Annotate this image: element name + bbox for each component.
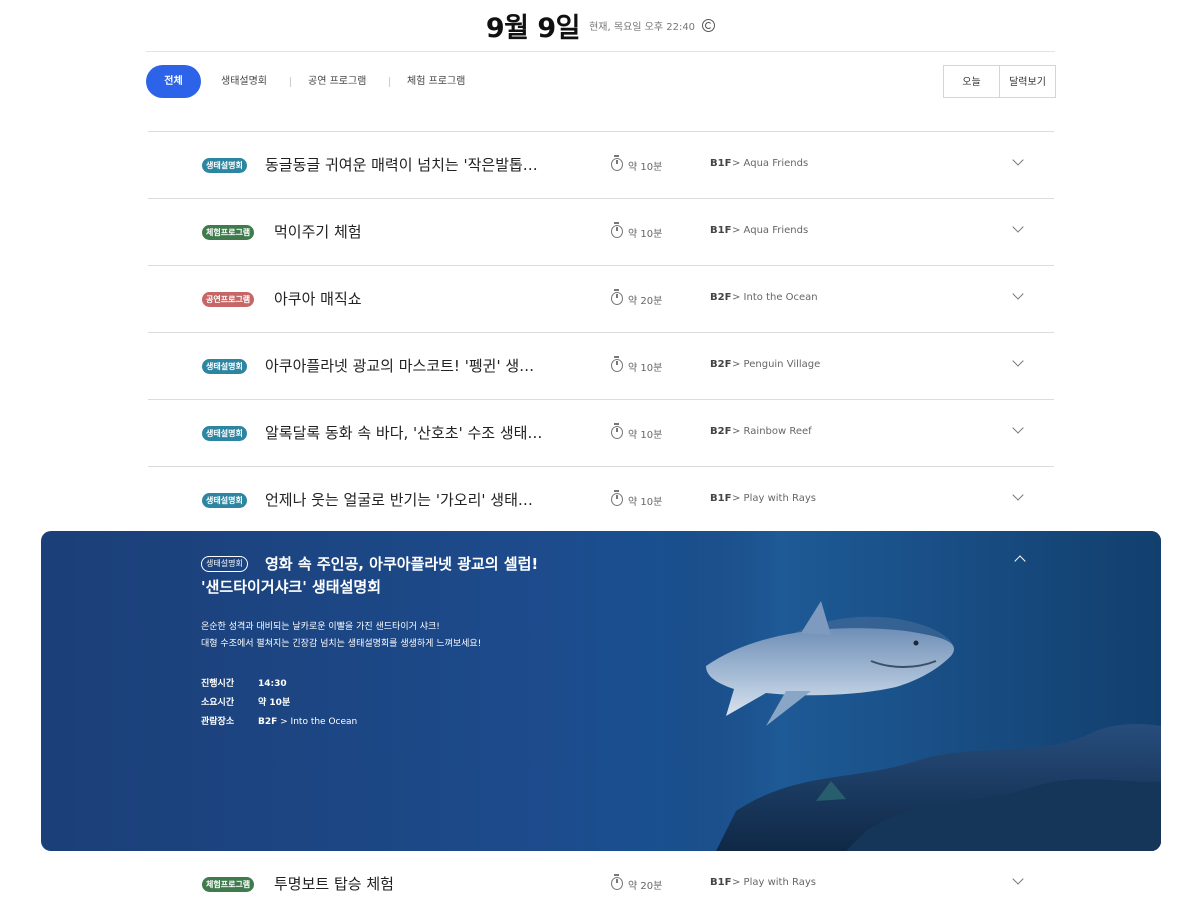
clock-icon	[611, 222, 623, 238]
program-title: 먹이주기 체험	[274, 223, 362, 241]
chevron-down-icon[interactable]	[1012, 422, 1024, 434]
program-zone: > Aqua Friends	[732, 225, 809, 236]
program-row[interactable]: 생태설명회 알록달록 동화 속 바다, '산호초' 수조 생태… 약 10분 B…	[148, 399, 1054, 466]
tab-eco-talk[interactable]: 생태설명회	[221, 65, 267, 98]
info-duration: 소요시간 약 10분	[201, 695, 290, 708]
clock-icon	[611, 356, 623, 372]
program-duration: 약 10분	[628, 229, 663, 240]
clock-icon	[611, 874, 623, 890]
program-floor: B2F	[710, 359, 732, 370]
program-detail-panel: 생태설명회 영화 속 주인공, 아쿠아플라넷 광교의 셀럽! '샌드타이거샤크'…	[41, 531, 1161, 851]
info-label: 소요시간	[201, 698, 235, 708]
program-duration: 약 10분	[628, 430, 663, 441]
program-duration: 약 20분	[628, 881, 663, 892]
info-zone: > Into the Ocean	[280, 717, 358, 727]
program-floor: B2F	[710, 426, 732, 437]
current-time-text: 현재, 목요일 오후 22:40	[589, 22, 696, 33]
page-title: 9월 9일	[485, 13, 581, 44]
category-badge: 체험프로그램	[202, 877, 255, 892]
detail-title: 영화 속 주인공, 아쿠아플라넷 광교의 셀럽!	[265, 555, 539, 573]
program-floor: B1F	[710, 493, 732, 504]
program-title: 투명보트 탑승 체험	[274, 875, 394, 893]
info-time: 진행시간 14:30	[201, 676, 287, 689]
category-badge: 생태설명회	[202, 493, 247, 508]
tab-performance[interactable]: 공연 프로그램	[308, 65, 366, 98]
detail-category-badge: 생태설명회	[201, 556, 248, 572]
detail-description: 온순한 성격과 대비되는 날카로운 이빨을 가진 샌드타이거 샤크! 대형 수조…	[201, 619, 481, 653]
chevron-down-icon[interactable]	[1012, 221, 1024, 233]
program-duration: 약 10분	[628, 363, 663, 374]
program-duration: 약 20분	[628, 296, 663, 307]
detail-description-line: 대형 수조에서 펼쳐지는 긴장감 넘치는 생태설명회를 생생하게 느껴보세요!	[201, 639, 482, 649]
tab-all[interactable]: 전체	[146, 65, 201, 98]
info-value: 약 10분	[258, 698, 291, 708]
program-row[interactable]: 체험프로그램 투명보트 탑승 체험 약 20분 B1F > Play with …	[148, 851, 1054, 912]
program-floor: B1F	[710, 225, 732, 236]
program-title: 동글동글 귀여운 매력이 넘치는 '작은발톱…	[265, 156, 538, 174]
program-duration: 약 10분	[628, 162, 663, 173]
category-badge: 생태설명회	[202, 158, 247, 173]
today-button[interactable]: 오늘	[943, 65, 1000, 98]
info-label: 관람장소	[201, 717, 235, 727]
chevron-down-icon[interactable]	[1012, 288, 1024, 300]
program-list: 생태설명회 동글동글 귀여운 매력이 넘치는 '작은발톱… 약 10분 B1F …	[148, 131, 1054, 533]
program-row[interactable]: 공연프로그램 아쿠아 매직쇼 약 20분 B2F > Into the Ocea…	[148, 265, 1054, 332]
tab-divider	[290, 77, 291, 87]
program-floor: B1F	[710, 877, 732, 888]
program-zone: > Penguin Village	[732, 359, 821, 370]
page-header: 9월 9일 현재, 목요일 오후 22:40	[146, 0, 1055, 52]
info-floor: B2F	[258, 717, 278, 727]
category-badge: 체험프로그램	[202, 225, 255, 240]
program-zone: > Play with Rays	[732, 493, 816, 504]
program-title: 아쿠아 매직쇼	[274, 290, 362, 308]
program-zone: > Into the Ocean	[732, 292, 818, 303]
program-zone: > Rainbow Reef	[732, 426, 812, 437]
chevron-down-icon[interactable]	[1012, 355, 1024, 367]
program-floor: B1F	[710, 158, 732, 169]
tab-experience[interactable]: 체험 프로그램	[407, 65, 465, 98]
shark-photo	[616, 531, 1161, 851]
category-badge: 생태설명회	[202, 426, 247, 441]
program-zone: > Aqua Friends	[732, 158, 809, 169]
clock-icon	[611, 289, 623, 305]
program-title: 언제나 웃는 얼굴로 반기는 '가오리' 생태…	[265, 491, 533, 509]
clock-icon	[611, 490, 623, 506]
calendar-button[interactable]: 달력보기	[999, 65, 1056, 98]
program-row[interactable]: 생태설명회 언제나 웃는 얼굴로 반기는 '가오리' 생태… 약 10분 B1F…	[148, 466, 1054, 533]
info-value: 14:30	[258, 679, 287, 689]
refresh-icon[interactable]	[702, 19, 716, 32]
program-row[interactable]: 생태설명회 동글동글 귀여운 매력이 넘치는 '작은발톱… 약 10분 B1F …	[148, 131, 1054, 198]
filter-bar: 전체 생태설명회 공연 프로그램 체험 프로그램 오늘 달력보기	[146, 65, 1056, 99]
program-title: 알록달록 동화 속 바다, '산호초' 수조 생태…	[265, 424, 543, 442]
info-place: 관람장소 B2F > Into the Ocean	[201, 714, 357, 727]
detail-subtitle: '샌드타이거샤크' 생태설명회	[201, 578, 382, 596]
program-title: 아쿠아플라넷 광교의 마스코트! '펭귄' 생…	[265, 357, 535, 375]
info-label: 진행시간	[201, 679, 235, 689]
category-badge: 공연프로그램	[202, 292, 255, 307]
program-row[interactable]: 체험프로그램 먹이주기 체험 약 10분 B1F > Aqua Friends	[148, 198, 1054, 265]
clock-icon	[611, 155, 623, 171]
chevron-down-icon[interactable]	[1012, 489, 1024, 501]
chevron-down-icon[interactable]	[1012, 873, 1024, 885]
program-floor: B2F	[710, 292, 732, 303]
category-badge: 생태설명회	[202, 359, 247, 374]
program-zone: > Play with Rays	[732, 877, 816, 888]
tab-divider	[389, 77, 390, 87]
chevron-down-icon[interactable]	[1012, 154, 1024, 166]
clock-icon	[611, 423, 623, 439]
program-row[interactable]: 생태설명회 아쿠아플라넷 광교의 마스코트! '펭귄' 생… 약 10분 B2F…	[148, 332, 1054, 399]
program-duration: 약 10분	[628, 497, 663, 508]
detail-description-line: 온순한 성격과 대비되는 날카로운 이빨을 가진 샌드타이거 샤크!	[201, 622, 440, 632]
